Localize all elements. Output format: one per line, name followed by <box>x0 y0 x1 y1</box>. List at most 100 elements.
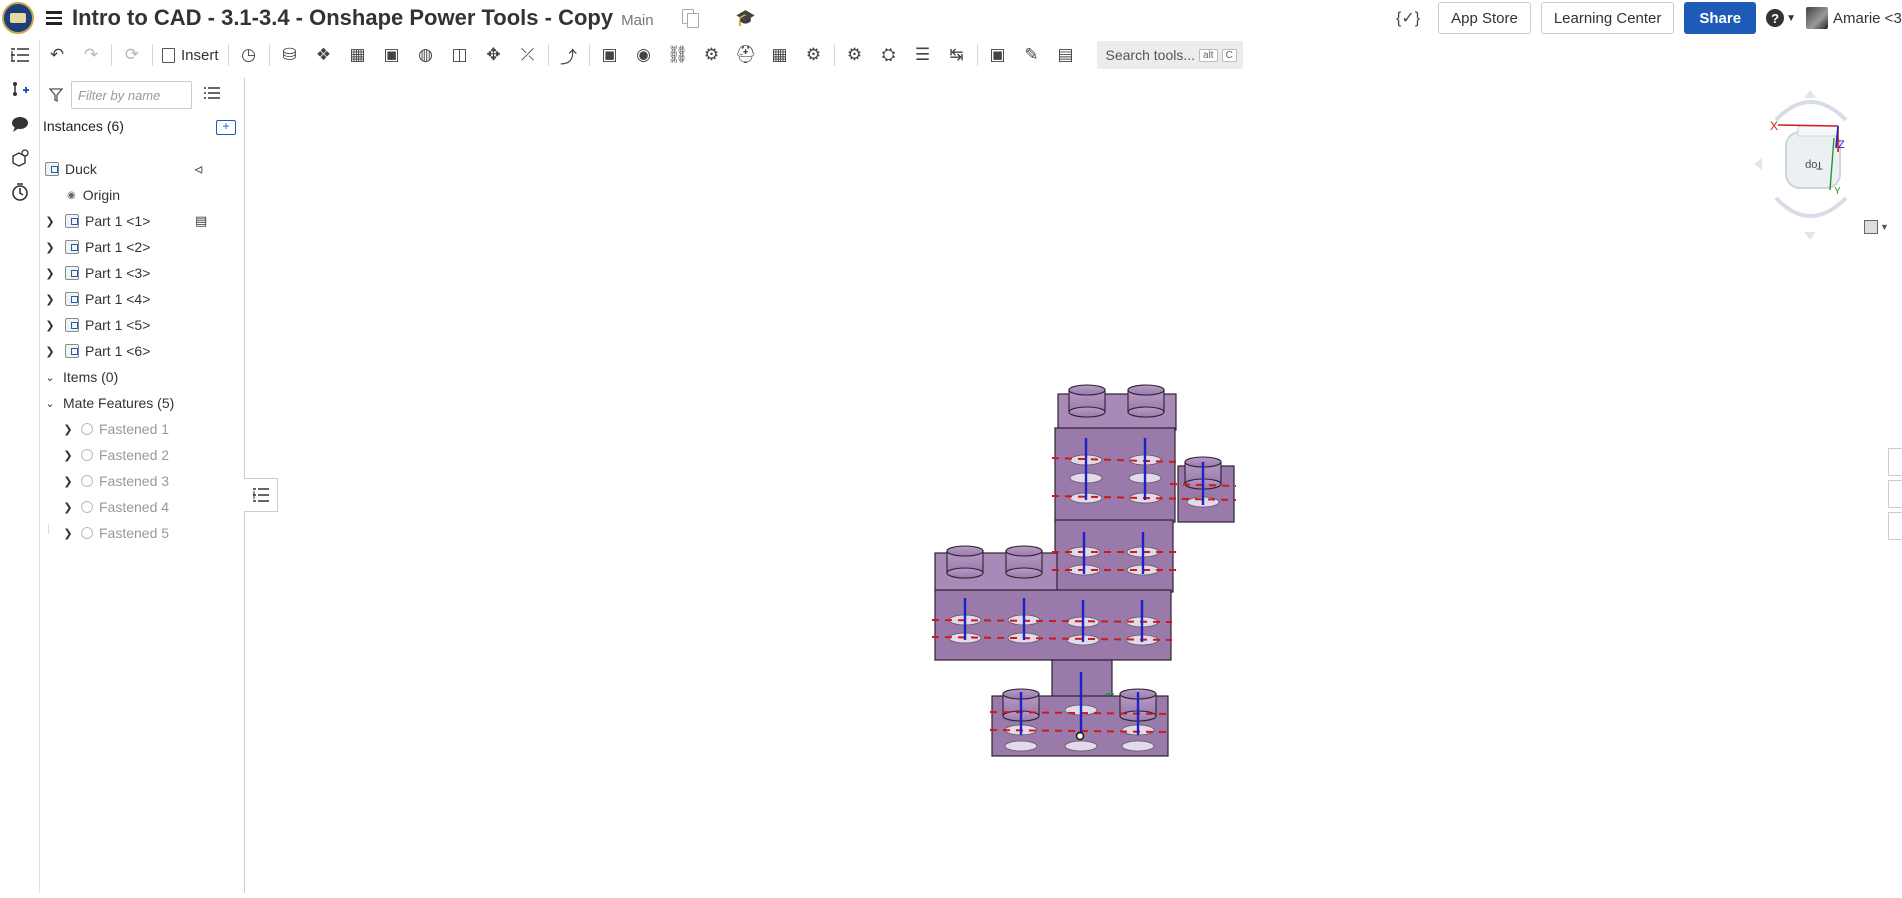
rack-pinion-icon[interactable]: ⛑ <box>729 40 763 70</box>
share-button[interactable]: Share <box>1684 2 1757 34</box>
parallel-mate-icon[interactable]: ⤫ <box>511 40 545 70</box>
toolbar-divider <box>227 44 229 66</box>
tree-item-label: Fastened 5 <box>99 525 170 541</box>
workspace-logo[interactable] <box>0 0 36 36</box>
list-view-icon[interactable] <box>204 86 220 105</box>
tree-item-part[interactable]: ❯ Part 1 <1> ▤ <box>41 208 245 234</box>
tree-item-part[interactable]: ❯ Part 1 <2> <box>41 234 245 260</box>
gear-relation-icon[interactable]: ⚙ <box>695 40 729 70</box>
fastened-mate-icon <box>81 475 93 487</box>
tree-section-items[interactable]: ⌄ Items (0) <box>41 364 245 390</box>
slider-mate-icon[interactable]: ▦ <box>341 40 375 70</box>
tree-item-mate[interactable]: ❯ Fastened 2 <box>41 442 245 468</box>
feature-list-icon[interactable] <box>8 44 32 68</box>
tree-item-mate[interactable]: ❯ Fastened 4 <box>41 494 245 520</box>
hamburger-menu-icon[interactable] <box>42 5 68 31</box>
duck-assembly-model[interactable] <box>246 72 1902 893</box>
tree-item-origin[interactable]: ◉ Origin <box>41 182 245 208</box>
screw-relation-icon[interactable]: ▦ <box>763 40 797 70</box>
display-state-icon[interactable]: ⏿ <box>194 161 203 177</box>
gear-cog-icon[interactable]: ⛭ <box>872 40 906 70</box>
hatch-icon[interactable]: ▤ <box>195 213 207 229</box>
tangent-mate-icon[interactable]: ⤴ <box>552 40 586 70</box>
chevron-right-icon[interactable]: ❯ <box>61 501 75 514</box>
right-panel-tab[interactable] <box>1888 512 1902 540</box>
tree-item-mate[interactable]: ❯ Fastened 3 <box>41 468 245 494</box>
chevron-right-icon[interactable]: ❯ <box>43 345 57 358</box>
undo-icon[interactable]: ↶ <box>40 40 74 70</box>
add-feature-icon[interactable] <box>8 78 32 102</box>
rack-icon[interactable]: ☰ <box>906 40 940 70</box>
version-copy-icon[interactable] <box>681 9 699 28</box>
explode-icon[interactable]: ↹ <box>940 40 974 70</box>
help-menu[interactable]: ? ▼ <box>1766 9 1796 27</box>
part-icon <box>65 266 79 280</box>
group-icon[interactable]: ▣ <box>593 40 627 70</box>
chevron-right-icon[interactable]: ❯ <box>61 449 75 462</box>
tree-item-mate[interactable]: ❯ Fastened 5 <box>41 520 245 546</box>
chevron-down-icon[interactable]: ⌄ <box>43 371 57 384</box>
bill-of-materials-icon[interactable]: ▤ <box>1049 40 1083 70</box>
tree-item-part[interactable]: ❯ Part 1 <4> <box>41 286 245 312</box>
instance-list-panel: Instances (6) + Duck ⏿ ◉ Origin ❯ Part 1… <box>41 78 245 893</box>
branch-label[interactable]: Main <box>621 12 654 29</box>
history-icon[interactable] <box>8 180 32 204</box>
fastened-mate-icon <box>81 501 93 513</box>
planar-mate-icon[interactable]: ▣ <box>375 40 409 70</box>
ball-mate-icon[interactable]: ✥ <box>477 40 511 70</box>
revolute-mate-icon[interactable]: ❖ <box>307 40 341 70</box>
insert-button[interactable]: Insert <box>156 40 225 70</box>
view-cube[interactable]: X Z Y Top <box>1752 88 1870 244</box>
education-cap-icon[interactable]: 🎓 <box>736 8 756 28</box>
fastened-mate-icon[interactable]: ⛁ <box>273 40 307 70</box>
section-view-icon[interactable]: ▣ <box>981 40 1015 70</box>
chevron-right-icon[interactable]: ❯ <box>43 319 57 332</box>
document-title[interactable]: Intro to CAD - 3.1-3.4 - Onshape Power T… <box>72 5 613 31</box>
redo-icon[interactable]: ↷ <box>74 40 108 70</box>
app-store-button[interactable]: App Store <box>1438 2 1531 34</box>
user-menu[interactable]: Amarie <3 <box>1806 7 1902 29</box>
linear-relation-icon[interactable]: ⚙ <box>797 40 831 70</box>
tree-section-mate-features[interactable]: ⌄ Mate Features (5) <box>41 390 245 416</box>
chevron-right-icon[interactable]: ❯ <box>61 527 75 540</box>
chevron-right-icon[interactable]: ❯ <box>61 475 75 488</box>
filter-icon[interactable] <box>41 88 71 102</box>
parts-icon[interactable] <box>8 146 32 170</box>
chevron-right-icon[interactable]: ❯ <box>43 215 57 228</box>
tree-item-duck[interactable]: Duck ⏿ <box>41 156 245 182</box>
comments-icon[interactable] <box>8 112 32 136</box>
chevron-right-icon[interactable]: ❯ <box>43 241 57 254</box>
tree-item-label: Fastened 1 <box>99 421 170 437</box>
tree-item-label: Part 1 <6> <box>85 343 151 359</box>
relation-icon[interactable]: ⛓ <box>661 40 695 70</box>
right-panel-tab[interactable] <box>1888 480 1902 508</box>
chevron-right-icon[interactable]: ❯ <box>61 423 75 436</box>
replicate-icon[interactable]: ◷ <box>232 40 266 70</box>
tree-item-part[interactable]: ❯ Part 1 <3> <box>41 260 245 286</box>
update-icon[interactable]: ⟳ <box>115 40 149 70</box>
items-heading: Items (0) <box>63 369 119 385</box>
filter-by-name-input[interactable] <box>71 81 192 109</box>
tree-item-mate[interactable]: ❯ Fastened 1 <box>41 416 245 442</box>
mate-connector-icon[interactable]: ◉ <box>627 40 661 70</box>
learning-center-button[interactable]: Learning Center <box>1540 2 1675 34</box>
settings-gear-icon[interactable]: ⚙ <box>838 40 872 70</box>
add-folder-icon[interactable]: + <box>216 120 236 135</box>
pin-slot-mate-icon[interactable]: ◫ <box>443 40 477 70</box>
view-options-menu[interactable]: ▼ <box>1864 220 1889 234</box>
chevron-right-icon[interactable]: ❯ <box>43 293 57 306</box>
tree-item-part[interactable]: ❯ Part 1 <6> <box>41 338 245 364</box>
rotate-up-arrow <box>1804 90 1816 98</box>
chevron-down-icon[interactable]: ⌄ <box>43 397 57 410</box>
tree-guide-line <box>48 524 49 534</box>
variables-icon[interactable]: {✓} <box>1396 8 1420 28</box>
tree-item-part[interactable]: ❯ Part 1 <5> <box>41 312 245 338</box>
mate-features-heading: Mate Features (5) <box>63 395 175 411</box>
graphics-viewport[interactable] <box>246 72 1902 893</box>
right-panel-tab[interactable] <box>1888 448 1902 476</box>
search-tools-input[interactable]: Search tools... alt C <box>1096 41 1243 69</box>
cylindrical-mate-icon[interactable]: ◍ <box>409 40 443 70</box>
chevron-right-icon[interactable]: ❯ <box>43 267 57 280</box>
instances-heading: Instances (6) <box>43 118 124 134</box>
measure-icon[interactable]: ✎ <box>1015 40 1049 70</box>
